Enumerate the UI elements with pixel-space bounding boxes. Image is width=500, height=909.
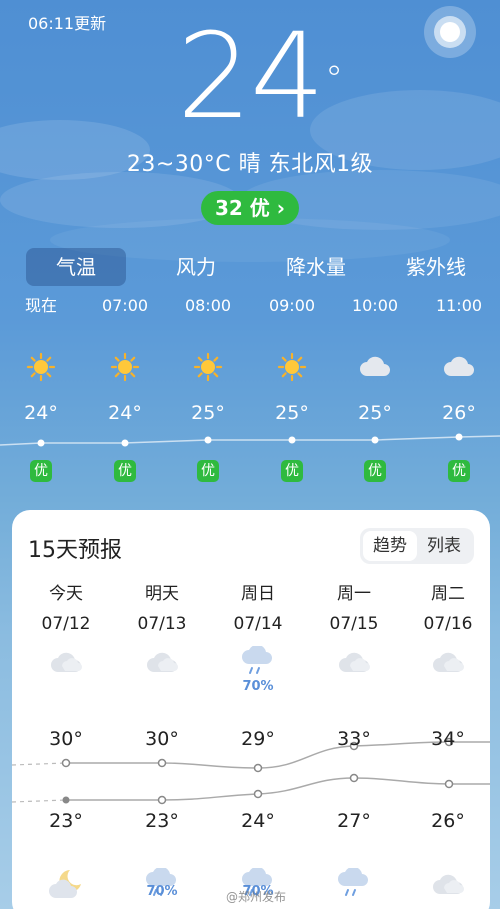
cloud-icon [424,352,494,382]
toggle-list[interactable]: 列表 [417,531,471,561]
tab-temperature[interactable]: 气温 [26,248,126,286]
hour-time: 09:00 [268,296,316,315]
hour-point [288,436,296,444]
cloud-icon [306,646,402,676]
day-name: 周二 [431,584,465,604]
night-precip-chance: 70% [146,884,178,899]
moon-cloud-icon [18,868,114,900]
forecast-day[interactable]: 今天 07/12 30° 23° [18,582,114,898]
current-temperature: 24 ° [176,7,343,145]
forecast-day[interactable]: 周一 07/15 33° 27° [306,582,402,896]
hourly-forecast: 现在 24° 优 07:00 24° 优 08:00 25° 优 09:00 2… [0,294,500,494]
day-low-temp: 24° [241,810,275,832]
cloud-icon [400,646,496,676]
hour-time: 现在 [24,296,57,315]
day-name: 周一 [337,584,371,604]
day-name: 周日 [241,584,275,604]
forecast-day[interactable]: 周二 07/16 34° 26° [400,582,496,894]
hour-time: 07:00 [101,296,149,315]
hour-temp: 24° [108,402,142,424]
day-high-temp: 30° [145,728,179,750]
hour-temp: 26° [442,402,476,424]
hour-item[interactable]: 10:00 25° 优 [340,294,410,482]
day-low-temp: 23° [49,810,83,832]
day-date: 07/15 [329,614,379,634]
hour-item[interactable]: 11:00 26° 优 [424,294,494,482]
low-point [444,779,454,789]
hour-aqi-badge: 优 [197,460,219,482]
day-high-temp: 33° [337,728,371,750]
aqi-badge-button[interactable]: 32 优 › [201,191,299,225]
view-toggle: 趋势 列表 [360,528,474,564]
hour-point [37,439,45,447]
hour-aqi-badge: 优 [364,460,386,482]
condition-summary: 23~30°C 晴 东北风1级 [126,152,374,177]
hour-temp: 25° [275,402,309,424]
rain-cloud-icon [306,868,402,900]
forecast-day[interactable]: 周日 07/14 70% 29° 24° 70% [210,582,306,899]
tab-uv[interactable]: 紫外线 [386,248,486,286]
high-point [253,763,263,773]
low-point [62,796,70,804]
cloud-icon [400,868,496,898]
forecast-card: 15天预报 趋势 列表 今天 07/12 30° 23° 明天 07/13 30… [12,510,490,909]
day-high-temp: 29° [241,728,275,750]
toggle-trend[interactable]: 趋势 [363,531,417,561]
hour-point [371,436,379,444]
cloud-icon [18,646,114,676]
sun-icon [6,352,76,382]
hour-temp: 24° [24,402,58,424]
cloud-icon [340,352,410,382]
cloud-icon [114,646,210,676]
forecast-day[interactable]: 明天 07/13 30° 23° 70% [114,582,210,899]
day-low-temp: 23° [145,810,179,832]
hour-aqi-badge: 优 [30,460,52,482]
hour-point [455,433,463,441]
hour-aqi-badge: 优 [114,460,136,482]
forecast-title: 15天预报 [28,538,122,563]
hour-aqi-badge: 优 [281,460,303,482]
hour-item[interactable]: 09:00 25° 优 [257,294,327,482]
low-point [157,795,167,805]
tab-wind[interactable]: 风力 [146,248,246,286]
sun-icon [90,352,160,382]
hour-item[interactable]: 08:00 25° 优 [173,294,243,482]
hour-item[interactable]: 现在 24° 优 [6,294,76,482]
low-point [253,789,263,799]
day-date: 07/14 [233,614,283,634]
hour-time: 08:00 [184,296,232,315]
hour-aqi-badge: 优 [448,460,470,482]
low-point [349,773,359,783]
watermark: @郑州发布 [226,890,287,904]
high-point [61,758,71,768]
day-date: 07/12 [41,614,91,634]
hour-item[interactable]: 07:00 24° 优 [90,294,160,482]
hour-temp: 25° [191,402,225,424]
rain-cloud-icon [210,646,306,678]
day-name: 明天 [145,584,179,604]
hour-point [121,439,129,447]
hour-temp: 25° [358,402,392,424]
day-date: 07/16 [423,614,473,634]
day-date: 07/13 [137,614,187,634]
chart-tabs: 气温 风力 降水量 紫外线 [26,248,486,286]
day-low-temp: 27° [337,810,371,832]
day-high-temp: 34° [431,728,465,750]
day-high-temp: 30° [49,728,83,750]
high-point [157,758,167,768]
sun-icon [257,352,327,382]
forecast-temperature-lines [12,737,490,805]
sun-icon [173,352,243,382]
tab-precipitation[interactable]: 降水量 [266,248,366,286]
hour-time: 10:00 [351,296,399,315]
day-precip-chance: 70% [242,679,274,694]
hour-time: 11:00 [435,296,483,315]
hour-point [204,436,212,444]
hourly-temperature-line [0,433,500,447]
day-name: 今天 [49,584,83,604]
day-low-temp: 26° [431,810,465,832]
